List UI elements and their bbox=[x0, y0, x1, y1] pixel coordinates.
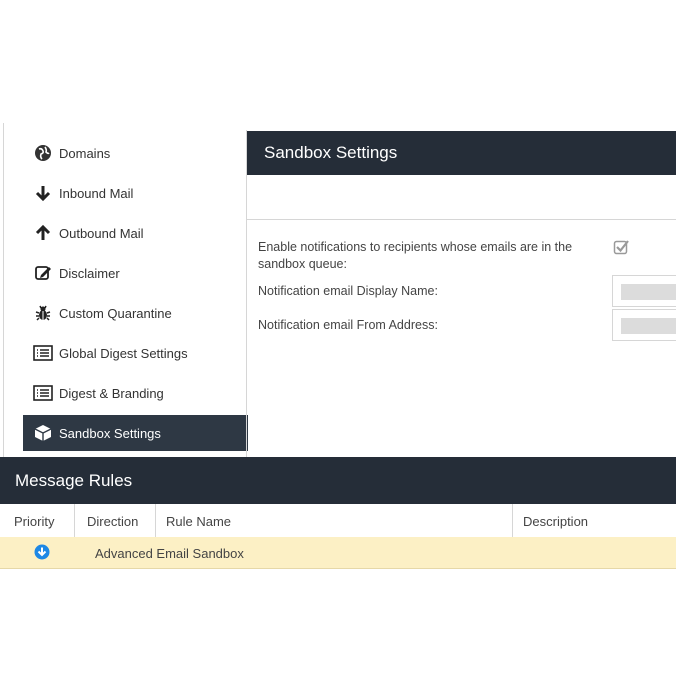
input-redacted bbox=[621, 284, 676, 300]
panel-header: Sandbox Settings bbox=[247, 131, 676, 175]
cube-icon bbox=[32, 422, 54, 444]
column-divider bbox=[155, 504, 156, 538]
sidebar-item-outbound-mail[interactable]: Outbound Mail bbox=[23, 215, 248, 251]
column-header-rule-name[interactable]: Rule Name bbox=[166, 504, 231, 538]
arrow-down-icon bbox=[32, 182, 54, 204]
enable-notifications-checkbox[interactable] bbox=[613, 238, 631, 256]
display-name-input[interactable] bbox=[612, 275, 676, 307]
table-header: Priority Direction Rule Name Description bbox=[0, 504, 676, 538]
page-title: Sandbox Settings bbox=[264, 143, 398, 162]
rules-header: Message Rules bbox=[0, 457, 676, 504]
list-icon bbox=[32, 342, 54, 364]
bug-icon bbox=[32, 302, 54, 324]
sidebar-item-sandbox-settings[interactable]: Sandbox Settings bbox=[23, 415, 248, 451]
display-name-label: Notification email Display Name: bbox=[258, 284, 438, 298]
column-divider bbox=[512, 504, 513, 538]
sidebar-item-label: Sandbox Settings bbox=[59, 425, 161, 441]
column-divider bbox=[74, 504, 75, 538]
sidebar-nav: Domains Inbound Mail Outbound Mail Discl… bbox=[3, 123, 248, 457]
panel-divider bbox=[247, 219, 676, 220]
sidebar-item-label: Domains bbox=[59, 145, 111, 161]
column-header-priority[interactable]: Priority bbox=[14, 504, 54, 538]
checkmark-icon bbox=[613, 240, 629, 255]
sidebar-item-disclaimer[interactable]: Disclaimer bbox=[23, 255, 248, 291]
sidebar-item-inbound-mail[interactable]: Inbound Mail bbox=[23, 175, 248, 211]
from-address-label: Notification email From Address: bbox=[258, 318, 438, 332]
rule-name-cell: Advanced Email Sandbox bbox=[95, 545, 244, 561]
sidebar-item-custom-quarantine[interactable]: Custom Quarantine bbox=[23, 295, 248, 331]
sidebar-divider bbox=[246, 130, 247, 457]
edit-icon bbox=[32, 262, 54, 284]
sidebar-item-label: Outbound Mail bbox=[59, 225, 144, 241]
sidebar-item-label: Disclaimer bbox=[59, 265, 120, 281]
sidebar-item-label: Custom Quarantine bbox=[59, 305, 172, 321]
enable-notifications-label: Enable notifications to recipients whose… bbox=[258, 240, 573, 271]
sidebar-item-label: Inbound Mail bbox=[59, 185, 134, 201]
arrow-up-icon bbox=[32, 222, 54, 244]
sidebar-item-global-digest-settings[interactable]: Global Digest Settings bbox=[23, 335, 248, 371]
from-address-input[interactable] bbox=[612, 309, 676, 341]
sidebar-item-label: Global Digest Settings bbox=[59, 345, 188, 361]
sidebar-item-label: Digest & Branding bbox=[59, 385, 164, 401]
column-header-direction[interactable]: Direction bbox=[87, 504, 138, 538]
input-redacted bbox=[621, 318, 676, 334]
arrow-circle-down-icon[interactable] bbox=[34, 544, 50, 560]
sidebar-item-domains[interactable]: Domains bbox=[23, 135, 248, 171]
table-row[interactable]: Advanced Email Sandbox bbox=[0, 537, 676, 569]
sidebar-item-digest-branding[interactable]: Digest & Branding bbox=[23, 375, 248, 411]
globe-icon bbox=[32, 142, 54, 164]
column-header-description[interactable]: Description bbox=[523, 504, 588, 538]
rules-title: Message Rules bbox=[15, 470, 133, 490]
list-icon bbox=[32, 382, 54, 404]
